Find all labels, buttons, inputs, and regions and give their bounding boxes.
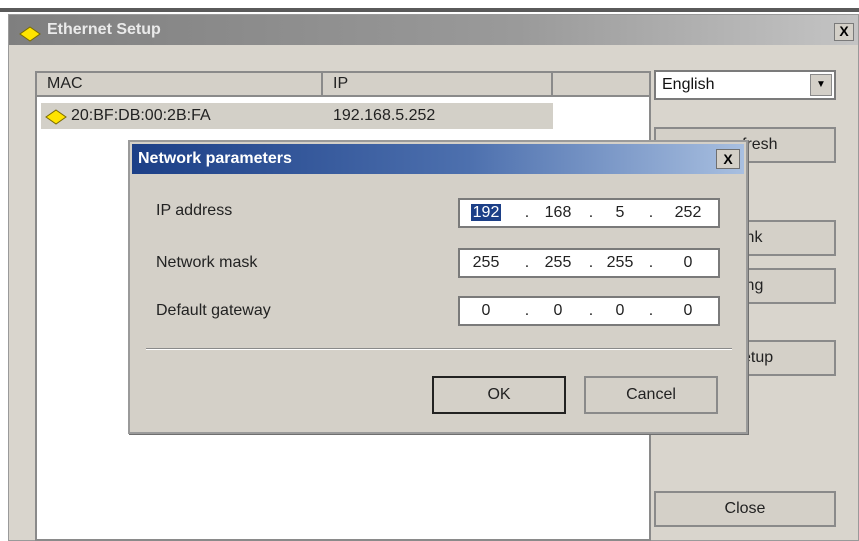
ok-button[interactable]: OK (432, 376, 566, 414)
list-item[interactable]: 20:BF:DB:00:2B:FA 192.168.5.252 (41, 103, 553, 129)
mask-octet-2: 255 (544, 254, 572, 271)
main-title-bar[interactable]: Ethernet Setup X (9, 15, 858, 45)
octet-separator: . (524, 254, 530, 271)
octet-separator: . (588, 254, 594, 271)
device-diamond-icon (45, 108, 67, 134)
ip-octet-4: 252 (674, 204, 702, 221)
main-window-title: Ethernet Setup (47, 21, 161, 38)
column-header-ip[interactable]: IP (323, 73, 553, 97)
mask-octet-4: 0 (683, 254, 693, 271)
gateway-octet-1: 0 (481, 302, 491, 319)
octet-separator: . (588, 204, 594, 221)
octet-separator: . (648, 254, 654, 271)
close-button[interactable]: Close (654, 491, 836, 527)
column-header-mac[interactable]: MAC (37, 73, 323, 97)
network-parameters-dialog: Network parameters X IP address 192 . 16… (128, 140, 748, 434)
octet-separator: . (524, 204, 530, 221)
network-mask-label: Network mask (156, 254, 258, 271)
ip-octet-2: 168 (544, 204, 572, 221)
diamond-icon (19, 23, 41, 53)
device-mac: 20:BF:DB:00:2B:FA (71, 107, 211, 124)
ip-octet-3: 5 (615, 204, 625, 221)
default-gateway-input[interactable]: 0 . 0 . 0 . 0 (458, 296, 720, 326)
network-mask-input[interactable]: 255 . 255 . 255 . 0 (458, 248, 720, 278)
octet-separator: . (648, 204, 654, 221)
main-close-icon[interactable]: X (834, 23, 854, 41)
top-border (0, 0, 859, 12)
mask-octet-3: 255 (606, 254, 634, 271)
gateway-octet-2: 0 (553, 302, 563, 319)
dialog-close-icon[interactable]: X (716, 149, 740, 169)
dialog-title-bar[interactable]: Network parameters X (132, 144, 744, 174)
ip-address-label: IP address (156, 202, 233, 219)
language-value: English (662, 76, 715, 93)
cancel-button[interactable]: Cancel (584, 376, 718, 414)
octet-separator: . (524, 302, 530, 319)
ip-address-input[interactable]: 192 . 168 . 5 . 252 (458, 198, 720, 228)
list-header: MAC IP (37, 73, 649, 97)
default-gateway-label: Default gateway (156, 302, 271, 319)
language-select[interactable]: English ▼ (654, 70, 836, 100)
gateway-octet-3: 0 (615, 302, 625, 319)
gateway-octet-4: 0 (683, 302, 693, 319)
octet-separator: . (588, 302, 594, 319)
mask-octet-1: 255 (472, 254, 500, 271)
dialog-title: Network parameters (138, 150, 292, 167)
octet-separator: . (648, 302, 654, 319)
column-header-empty[interactable] (553, 73, 649, 97)
chevron-down-icon[interactable]: ▼ (810, 74, 832, 96)
divider (146, 348, 732, 350)
device-ip: 192.168.5.252 (333, 107, 436, 124)
ip-octet-1: 192 (470, 204, 502, 221)
